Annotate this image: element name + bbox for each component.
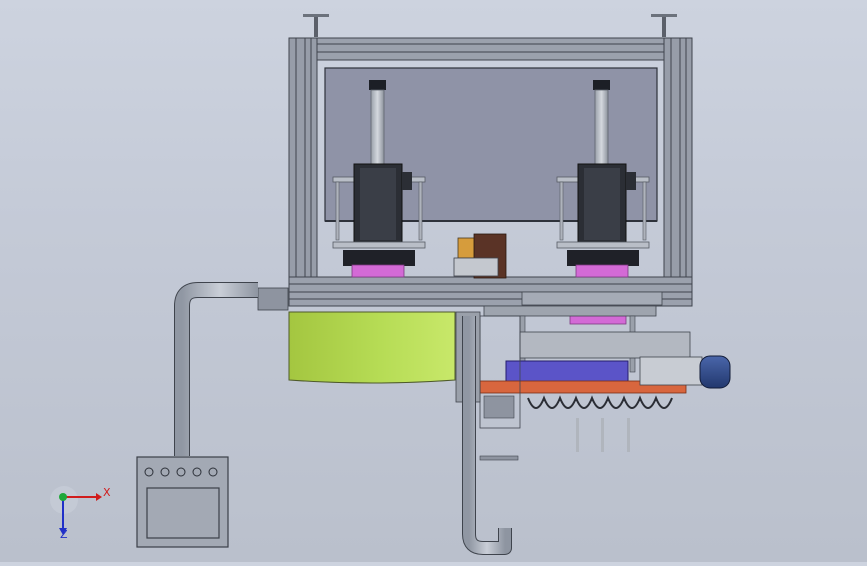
duct-center (462, 316, 512, 555)
triad-z-label: Z (60, 528, 68, 541)
duct-left (174, 282, 258, 456)
triad-x-label: X (103, 486, 111, 499)
cad-viewport[interactable]: X Z (0, 0, 867, 562)
y-axis-dot (59, 493, 67, 501)
assembly-model[interactable] (0, 0, 867, 562)
coordinate-triad (50, 486, 102, 535)
leveling-foot-right (651, 14, 677, 37)
control-cabinet (136, 456, 229, 548)
rail-assembly (479, 291, 731, 461)
valve-block (453, 233, 507, 279)
leveling-foot-left (303, 14, 329, 37)
